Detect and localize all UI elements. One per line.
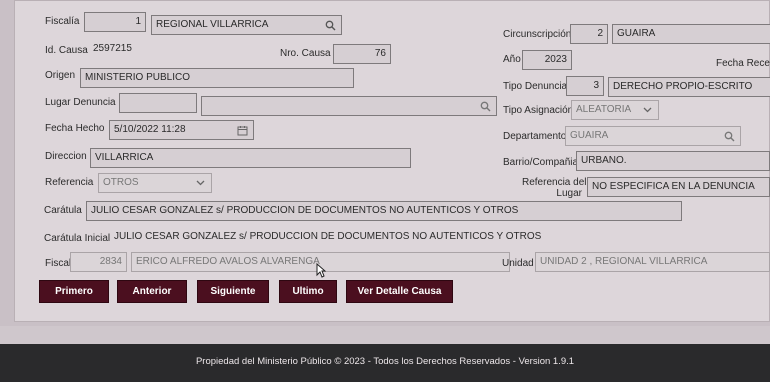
referencia-label: Referencia [45, 177, 94, 188]
tipo-asignacion-label: Tipo Asignación [503, 105, 574, 116]
search-icon[interactable] [323, 17, 337, 33]
origen-field[interactable]: MINISTERIO PUBLICO [80, 68, 354, 88]
circunscripcion-name-field[interactable]: GUAIRA [612, 24, 770, 44]
fiscalia-name-value: REGIONAL VILLARRICA [156, 19, 269, 30]
mouse-pointer-icon [316, 262, 327, 281]
lugar-denuncia-label: Lugar Denuncia [45, 97, 116, 108]
direccion-label: Direccion [45, 151, 87, 162]
departamento-label: Departamento [503, 131, 567, 142]
referencia-lugar-label-line1: Referencia del [522, 177, 587, 188]
chevron-down-icon[interactable] [640, 102, 654, 118]
fiscalia-name-field[interactable]: REGIONAL VILLARRICA [151, 15, 342, 35]
referencia-lugar-label: Referencia del Lugar [522, 177, 586, 199]
fecha-hecho-field[interactable]: 5/10/2022 11:28 [109, 120, 254, 140]
caratula-field[interactable]: JULIO CESAR GONZALEZ s/ PRODUCCION DE DO… [86, 201, 682, 221]
caratula-inicial-value: JULIO CESAR GONZALEZ s/ PRODUCCION DE DO… [114, 231, 542, 242]
chevron-down-icon[interactable] [193, 175, 207, 191]
lugar-denuncia-code-field[interactable] [119, 93, 197, 113]
direccion-field[interactable]: VILLARRICA [90, 148, 411, 168]
nro-causa-label: Nro. Causa [280, 48, 331, 59]
nro-causa-field[interactable]: 76 [333, 44, 391, 64]
anterior-button[interactable]: Anterior [117, 280, 187, 303]
fiscal-label: Fiscal [45, 258, 72, 269]
search-icon[interactable] [722, 128, 736, 144]
fiscalia-code-field[interactable]: 1 [84, 12, 146, 32]
fecha-hecho-label: Fecha Hecho [45, 123, 105, 134]
origen-label: Origen [45, 70, 76, 81]
caratula-label: Carátula [44, 205, 82, 216]
unidad-field[interactable]: UNIDAD 2 , REGIONAL VILLARRICA [535, 252, 770, 272]
id-causa-value: 2597215 [93, 43, 132, 54]
fecha-hecho-value: 5/10/2022 11:28 [114, 124, 186, 135]
anio-label: Año [503, 54, 521, 65]
tipo-denuncia-code-field[interactable]: 3 [566, 76, 604, 96]
barrio-field[interactable]: URBANO. [576, 151, 770, 171]
fiscal-code-field[interactable]: 2834 [70, 252, 127, 272]
fiscalia-label: Fiscalía [45, 16, 80, 27]
referencia-select[interactable]: OTROS [98, 173, 212, 193]
referencia-lugar-field[interactable]: NO ESPECIFICA EN LA DENUNCIA [587, 177, 770, 197]
tipo-denuncia-field[interactable]: DERECHO PROPIO-ESCRITO [608, 77, 770, 97]
departamento-value: GUAIRA [570, 130, 609, 141]
lugar-denuncia-field[interactable] [201, 96, 497, 116]
caratula-inicial-label: Carátula Inicial [44, 233, 111, 244]
tipo-asignacion-select[interactable]: ALEATORIA [571, 100, 659, 120]
ver-detalle-causa-button[interactable]: Ver Detalle Causa [346, 280, 453, 303]
siguiente-button[interactable]: Siguiente [197, 280, 269, 303]
anio-field[interactable]: 2023 [522, 50, 572, 70]
tipo-asignacion-value: ALEATORIA [576, 104, 632, 115]
ultimo-button[interactable]: Ultimo [279, 280, 337, 303]
referencia-lugar-label-line2: Lugar [556, 188, 582, 199]
circunscripcion-label: Circunscripción [503, 29, 572, 40]
referencia-value: OTROS [103, 177, 139, 188]
calendar-icon[interactable] [235, 122, 249, 138]
fecha-recepcion-label: Fecha Recepc [716, 58, 770, 69]
id-causa-label: Id. Causa [45, 45, 88, 56]
tipo-denuncia-label: Tipo Denuncia [503, 81, 568, 92]
footer: Propiedad del Ministerio Público © 2023 … [0, 344, 770, 382]
barrio-label: Barrio/Compañia [503, 157, 579, 168]
departamento-field[interactable]: GUAIRA [565, 126, 741, 146]
search-icon[interactable] [478, 98, 492, 114]
circunscripcion-code-field[interactable]: 2 [570, 24, 608, 44]
unidad-label: Unidad [502, 258, 534, 269]
primero-button[interactable]: Primero [39, 280, 109, 303]
separator-bar [0, 326, 770, 344]
